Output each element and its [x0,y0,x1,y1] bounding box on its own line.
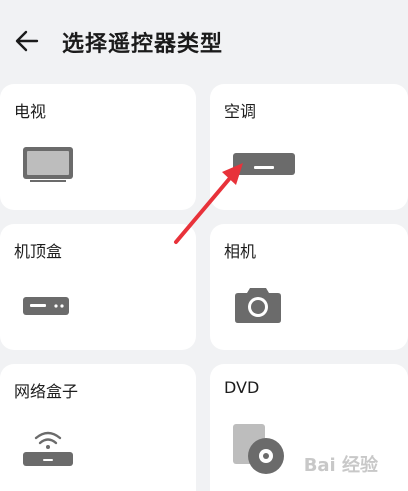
camera-icon [235,288,281,323]
watermark: Bai 经验 [303,455,378,476]
device-card-set-top-box[interactable]: 机顶盒 [0,224,196,350]
header: 选择遥控器类型 [0,0,408,80]
device-card-air-conditioner[interactable]: 空调 [210,84,408,210]
dvd-icon [233,424,284,474]
device-card-tv[interactable]: 电视 [0,84,196,210]
page-title: 选择遥控器类型 [62,32,224,57]
device-card-camera[interactable]: 相机 [210,224,408,350]
device-label: 网络盒子 [14,382,79,401]
device-label: DVD [224,378,260,397]
device-label: 电视 [14,102,47,121]
network-box-icon [23,431,73,466]
arrow-left-icon [15,30,39,52]
tv-icon [23,147,73,182]
device-label: 空调 [224,102,257,121]
device-label: 相机 [224,242,257,261]
device-label: 机顶盒 [14,242,63,261]
device-card-network-box[interactable]: 网络盒子 [0,364,196,491]
set-top-box-icon [23,297,69,315]
air-conditioner-icon [233,153,295,175]
back-button[interactable] [10,24,44,58]
